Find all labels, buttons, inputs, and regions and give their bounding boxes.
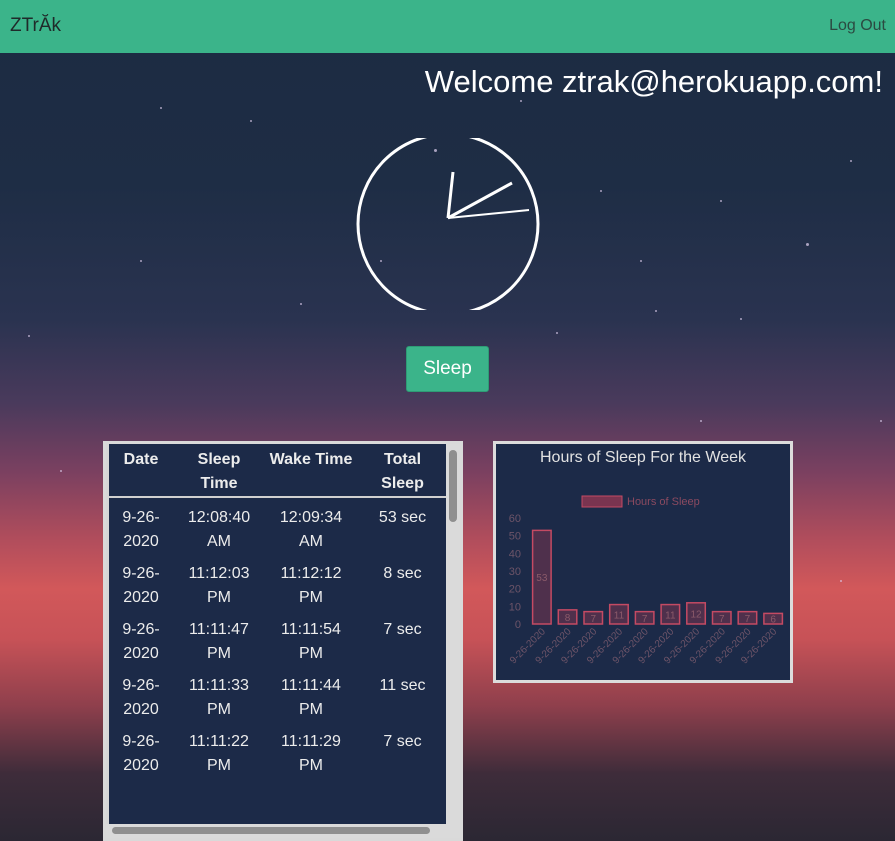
bar-value-label: 7	[590, 614, 596, 625]
y-tick-label: 20	[509, 584, 521, 596]
sleep-button[interactable]: Sleep	[406, 346, 489, 392]
star	[806, 243, 809, 246]
table-cell-date: 9-26-2020	[122, 565, 160, 606]
column-header-sleep-time: Sleep Time	[197, 451, 241, 492]
bar-value-label: 7	[719, 614, 725, 625]
table-cell-wake-time: 11:11:54 PM	[281, 621, 341, 662]
table-row: 9-26-2020 11:11:22 PM 11:11:29 PM 7 sec	[109, 722, 448, 778]
star	[840, 580, 842, 582]
sleep-log-table: Date Sleep Time Wake Time Total Sleep 9-…	[109, 444, 448, 778]
column-header-date: Date	[123, 451, 159, 468]
y-tick-label: 0	[515, 619, 521, 631]
table-cell-total-sleep: 7 sec	[383, 621, 422, 638]
bar-value-label: 11	[665, 610, 676, 621]
table-cell-sleep-time: 11:11:22 PM	[189, 733, 249, 774]
table-cell-date: 9-26-2020	[122, 621, 160, 662]
star	[250, 120, 252, 122]
bar-value-label: 7	[642, 614, 648, 625]
sleep-chart-panel: Hours of Sleep For the Week Hours of Sle…	[493, 441, 793, 683]
table-row: 9-26-2020 11:11:47 PM 11:11:54 PM 7 sec	[109, 610, 448, 666]
horizontal-scrollbar[interactable]	[106, 824, 460, 838]
star	[740, 318, 742, 320]
table-cell-sleep-time: 11:12:03 PM	[188, 565, 250, 606]
navbar: ZTrĂk Log Out	[0, 0, 895, 53]
star	[655, 310, 657, 312]
star	[160, 107, 162, 109]
table-cell-date: 9-26-2020	[122, 509, 160, 550]
bar-value-label: 11	[614, 610, 625, 621]
table-row: 9-26-2020 11:11:33 PM 11:11:44 PM 11 sec	[109, 666, 448, 722]
y-tick-label: 10	[509, 601, 521, 613]
table-cell-total-sleep: 7 sec	[383, 733, 422, 750]
table-cell-sleep-time: 12:08:40 AM	[187, 509, 251, 550]
y-tick-label: 30	[509, 566, 521, 578]
bar-value-label: 6	[770, 615, 776, 626]
table-cell-wake-time: 12:09:34 AM	[279, 509, 343, 550]
star	[60, 470, 62, 472]
bar-value-label: 7	[745, 614, 751, 625]
table-cell-total-sleep: 53 sec	[378, 509, 427, 526]
bar-value-label: 12	[690, 609, 702, 620]
vertical-scrollbar[interactable]	[446, 444, 460, 824]
star	[880, 420, 882, 422]
star	[600, 190, 602, 192]
table-cell-wake-time: 11:12:12 PM	[280, 565, 342, 606]
star	[700, 420, 702, 422]
table-cell-sleep-time: 11:11:47 PM	[189, 621, 249, 662]
sleep-log-table-container[interactable]: Date Sleep Time Wake Time Total Sleep 9-…	[103, 441, 463, 841]
column-header-total-sleep: Total Sleep	[381, 451, 424, 492]
clock-hour-hand	[446, 171, 455, 219]
brand-logo[interactable]: ZTrĂk	[10, 15, 61, 37]
bar-value-label: 53	[536, 573, 548, 584]
table-header-row: Date Sleep Time Wake Time Total Sleep	[109, 444, 448, 497]
y-tick-label: 40	[509, 548, 521, 560]
table-cell-total-sleep: 11 sec	[379, 677, 426, 694]
welcome-heading: Welcome ztrak@herokuapp.com!	[424, 64, 883, 99]
table-cell-date: 9-26-2020	[122, 733, 160, 774]
star	[556, 332, 558, 334]
vertical-scrollbar-thumb[interactable]	[449, 450, 457, 522]
clock-icon	[356, 138, 540, 310]
y-tick-label: 60	[509, 513, 521, 525]
star	[28, 335, 30, 337]
star	[300, 303, 302, 305]
y-tick-label: 50	[509, 531, 521, 543]
logout-link[interactable]: Log Out	[829, 17, 886, 35]
table-row: 9-26-2020 12:08:40 AM 12:09:34 AM 53 sec	[109, 497, 448, 554]
star	[850, 160, 852, 162]
table-cell-wake-time: 11:11:44 PM	[281, 677, 341, 718]
column-header-wake-time: Wake Time	[269, 451, 353, 468]
table-cell-sleep-time: 11:11:33 PM	[189, 677, 249, 718]
sleep-bar-chart: Hours of Sleep 0102030405060539-26-20208…	[508, 495, 784, 666]
legend-label: Hours of Sleep	[627, 496, 700, 508]
horizontal-scrollbar-thumb[interactable]	[112, 827, 430, 834]
bar-value-label: 8	[565, 613, 571, 624]
sleep-log-table-viewport: Date Sleep Time Wake Time Total Sleep 9-…	[109, 444, 448, 824]
star	[720, 200, 722, 202]
star	[640, 260, 642, 262]
table-cell-total-sleep: 8 sec	[383, 565, 422, 582]
table-cell-wake-time: 11:11:29 PM	[281, 733, 341, 774]
star	[140, 260, 142, 262]
star	[520, 100, 522, 102]
table-cell-date: 9-26-2020	[122, 677, 160, 718]
legend-swatch	[581, 495, 623, 508]
table-row: 9-26-2020 11:12:03 PM 11:12:12 PM 8 sec	[109, 554, 448, 610]
